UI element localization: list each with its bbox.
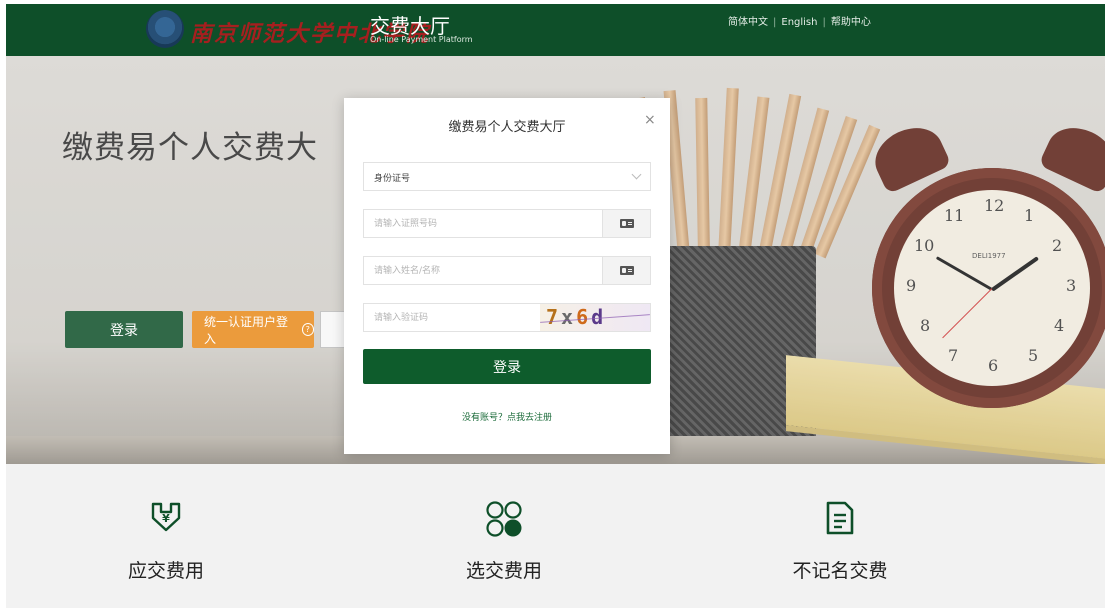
close-icon[interactable]: × <box>644 112 656 128</box>
feature-label: 不记名交费 <box>792 560 888 582</box>
id-number-input[interactable] <box>364 210 604 237</box>
top-bar: 南京师范大学中北学院 交费大厅 On-line Payment Platform… <box>6 4 1105 56</box>
page-frame: 南京师范大学中北学院 交费大厅 On-line Payment Platform… <box>6 4 1105 608</box>
svg-text:¥: ¥ <box>162 512 170 525</box>
help-center-link[interactable]: 帮助中心 <box>831 17 871 28</box>
platform-subtitle: On-line Payment Platform <box>370 35 473 44</box>
circles-grid-icon <box>485 500 523 542</box>
school-seal-logo <box>146 10 184 48</box>
language-chinese-link[interactable]: 简体中文 <box>728 17 768 28</box>
id-card-addon <box>602 210 650 237</box>
captcha-input[interactable] <box>364 304 544 331</box>
feature-anonymous-payment[interactable]: 不记名交费 <box>730 464 950 608</box>
language-english-link[interactable]: English <box>781 17 817 28</box>
name-field-wrapper <box>363 256 651 285</box>
name-card-addon <box>602 257 650 284</box>
id-number-field-wrapper <box>363 209 651 238</box>
id-type-selected-value: 身份证号 <box>374 174 411 184</box>
link-separator: | <box>773 17 777 28</box>
features-section: ¥ 应交费用 选交费用 不记名交费 <box>6 464 1105 608</box>
captcha-image[interactable]: 7x6d <box>540 304 650 331</box>
register-link[interactable]: 没有账号？点我去注册 <box>344 410 670 423</box>
name-input[interactable] <box>364 257 604 284</box>
id-card-icon <box>619 266 634 275</box>
login-modal: 缴费易个人交费大厅 × 身份证号 7x6d 登录 没有账号？点我去注册 <box>344 98 670 454</box>
yen-shield-icon: ¥ <box>149 500 183 538</box>
id-card-icon <box>619 219 634 228</box>
captcha-field-wrapper: 7x6d <box>363 303 651 332</box>
feature-optional-fees[interactable]: 选交费用 <box>394 464 614 608</box>
document-icon <box>825 500 855 540</box>
modal-title: 缴费易个人交费大厅 <box>448 120 566 135</box>
login-submit-button[interactable]: 登录 <box>363 349 651 384</box>
feature-label: 选交费用 <box>465 560 542 582</box>
chevron-down-icon <box>631 169 642 180</box>
feature-payable-fees[interactable]: ¥ 应交费用 <box>56 464 276 608</box>
id-type-select[interactable]: 身份证号 <box>363 162 651 191</box>
top-links: 简体中文 | English | 帮助中心 <box>728 13 871 28</box>
link-separator: | <box>822 17 826 28</box>
feature-label: 应交费用 <box>127 560 204 582</box>
